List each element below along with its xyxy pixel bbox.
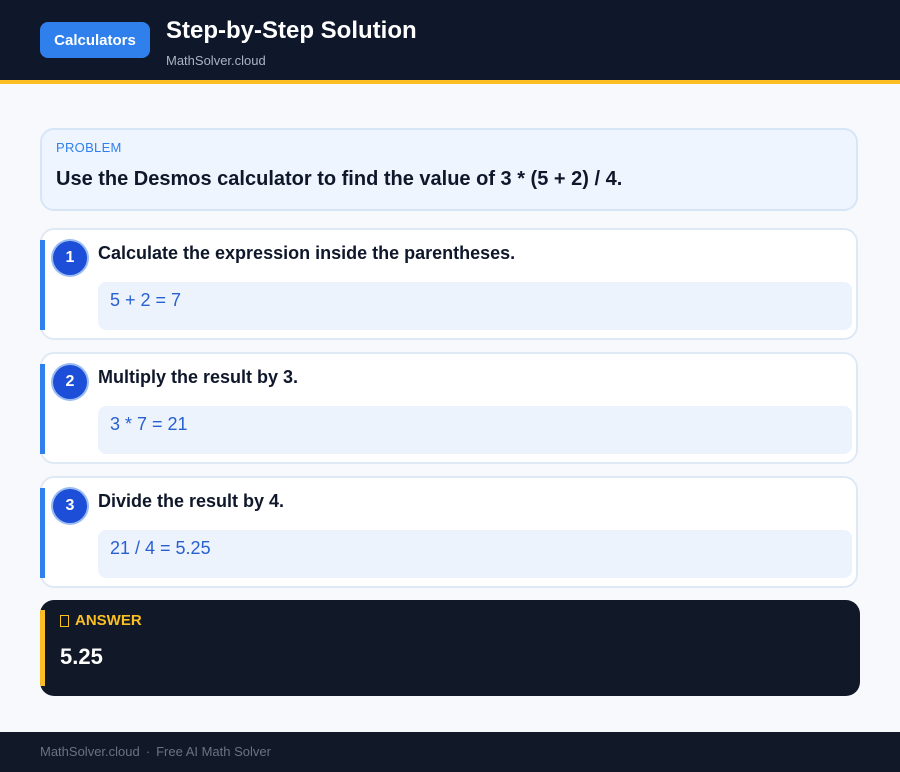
site-subtitle: MathSolver.cloud <box>166 53 266 68</box>
step-accent-bar <box>40 240 45 330</box>
answer-heading: ANSWER <box>60 612 142 629</box>
answer-label: ANSWER <box>75 612 142 629</box>
answer-accent-bar <box>40 610 45 686</box>
step-card-1: 1 Calculate the expression inside the pa… <box>40 228 858 340</box>
step-calculation: 3 * 7 = 21 <box>98 406 852 454</box>
problem-text: Use the Desmos calculator to find the va… <box>56 168 623 190</box>
calculators-button[interactable]: Calculators <box>40 22 150 58</box>
footer-separator: · <box>145 744 151 759</box>
answer-card: ANSWER 5.25 <box>40 600 860 696</box>
footer-site[interactable]: MathSolver.cloud <box>40 744 140 759</box>
step-title: Multiply the result by 3. <box>98 367 299 387</box>
step-accent-bar <box>40 364 45 454</box>
checkbox-icon <box>60 614 69 627</box>
step-number-badge: 3 <box>53 489 87 523</box>
step-number-badge: 2 <box>53 365 87 399</box>
step-card-2: 2 Multiply the result by 3. 3 * 7 = 21 <box>40 352 858 464</box>
page-title: Step-by-Step Solution <box>166 17 417 44</box>
step-title: Divide the result by 4. <box>98 491 285 511</box>
footer-text: MathSolver.cloud · Free AI Math Solver <box>40 744 271 759</box>
header: Calculators Step-by-Step Solution MathSo… <box>0 0 900 84</box>
step-title: Calculate the expression inside the pare… <box>98 243 516 263</box>
footer-tagline: Free AI Math Solver <box>156 744 271 759</box>
step-accent-bar <box>40 488 45 578</box>
step-number-badge: 1 <box>53 241 87 275</box>
problem-card: PROBLEM Use the Desmos calculator to fin… <box>40 128 858 211</box>
step-card-3: 3 Divide the result by 4. 21 / 4 = 5.25 <box>40 476 858 588</box>
problem-label: PROBLEM <box>56 140 122 155</box>
step-calculation: 21 / 4 = 5.25 <box>98 530 852 578</box>
answer-value: 5.25 <box>60 644 103 669</box>
step-calculation: 5 + 2 = 7 <box>98 282 852 330</box>
footer: MathSolver.cloud · Free AI Math Solver <box>0 732 900 772</box>
